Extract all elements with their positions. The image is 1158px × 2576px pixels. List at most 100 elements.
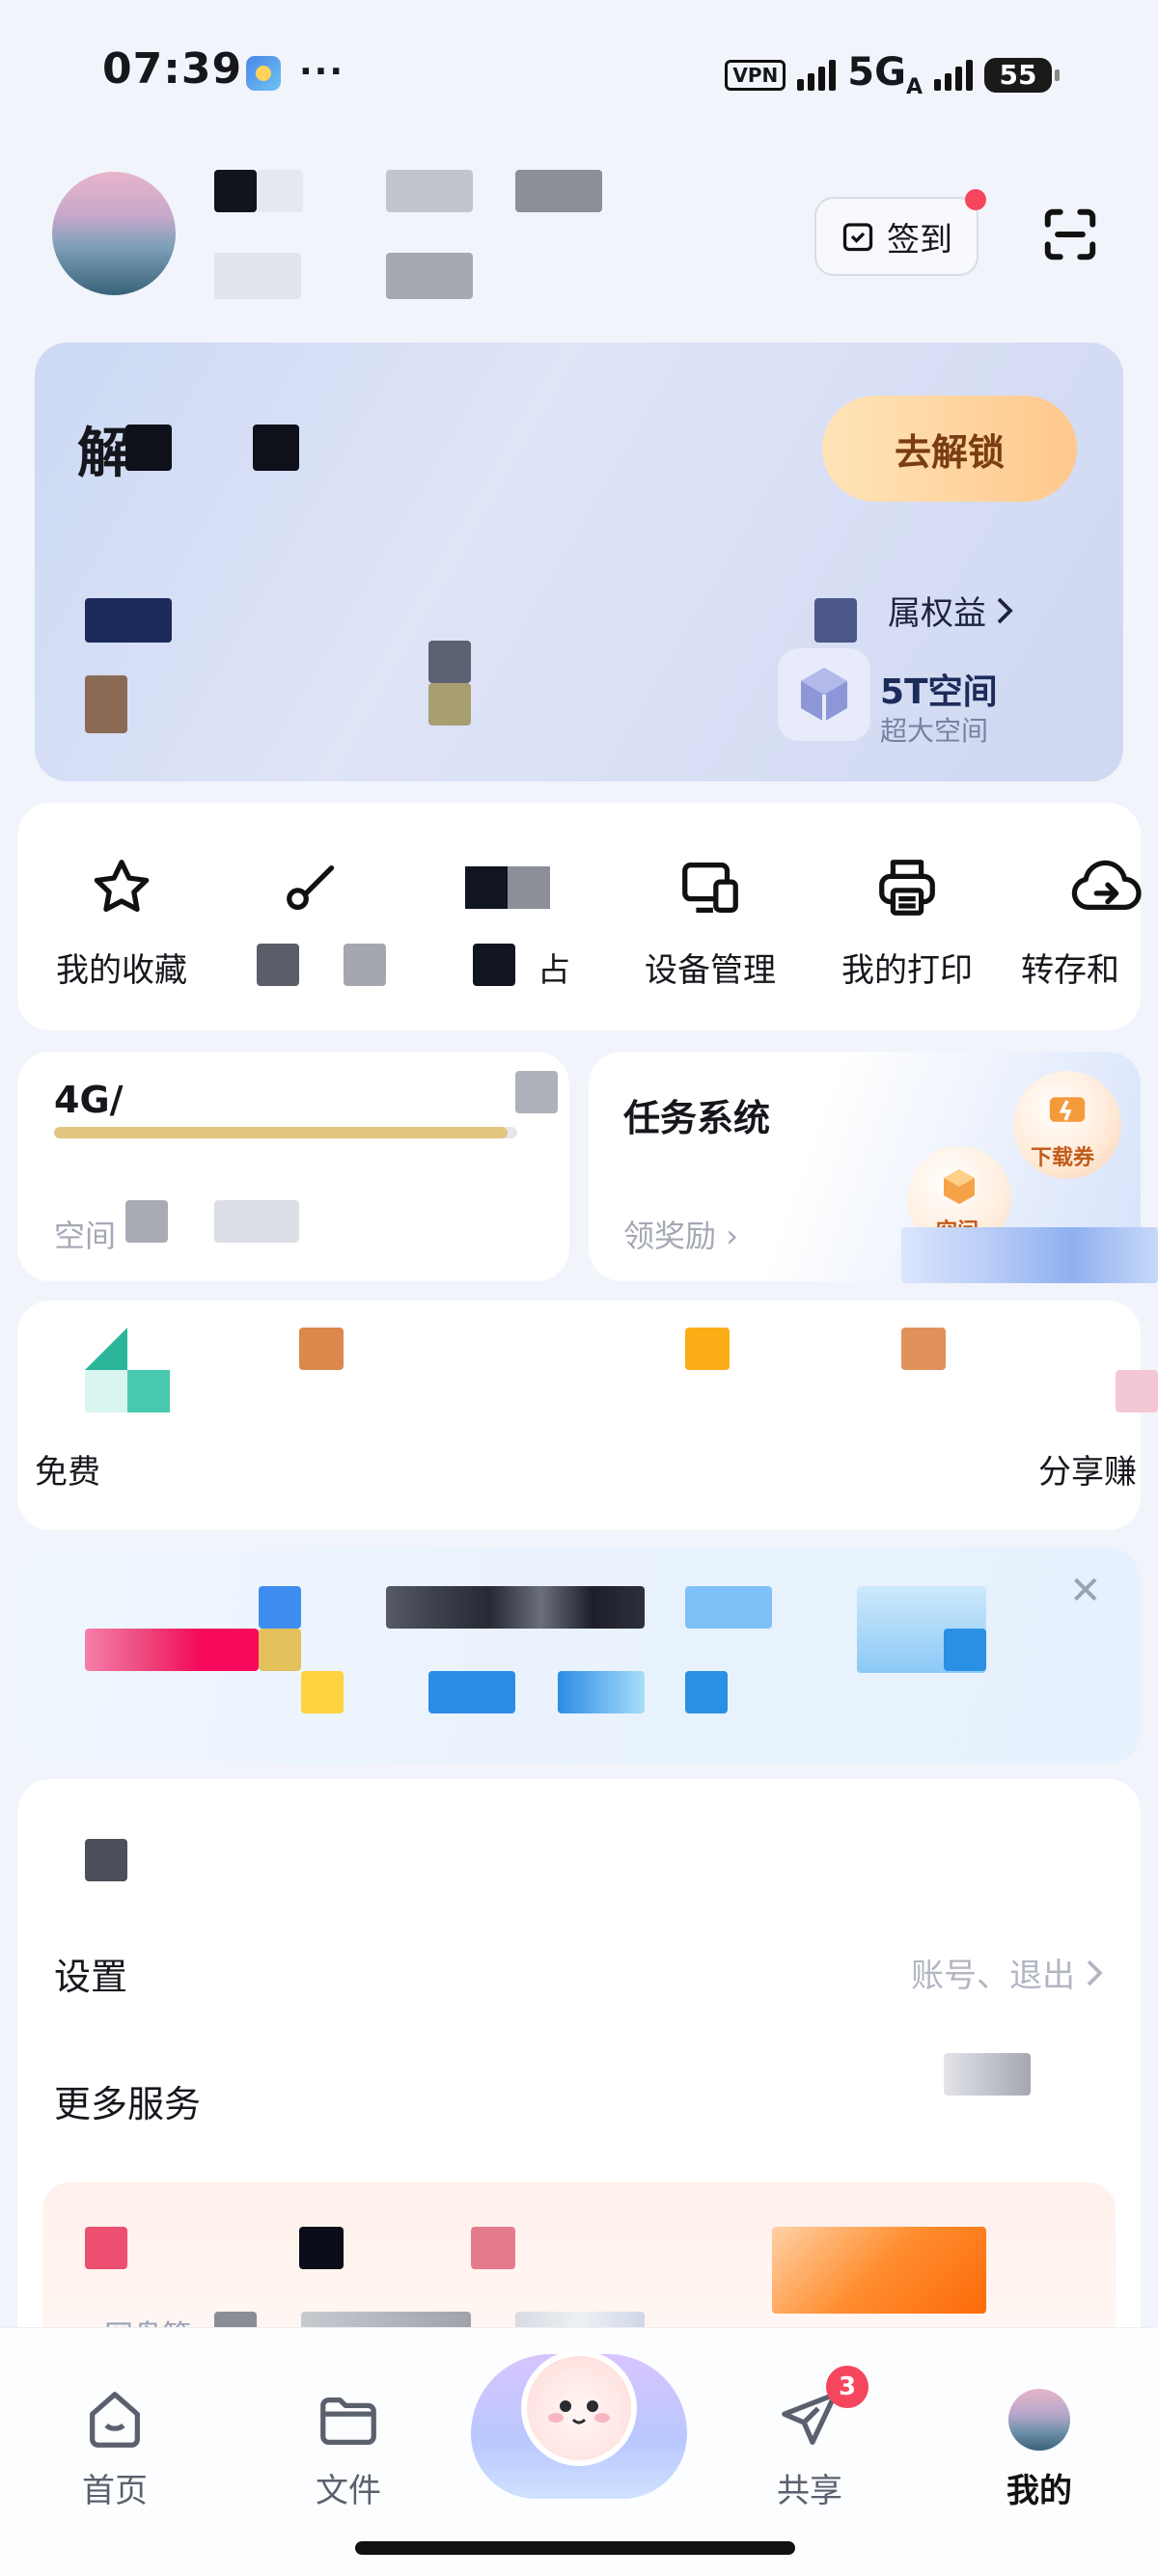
service-icon-blurred[interactable] [1116,1370,1158,1412]
benefit-link[interactable]: 属权益 [888,587,1015,634]
gallery-app-icon [246,56,281,91]
promo-content-blurred [944,1629,986,1671]
vpn-icon: VPN [725,59,786,91]
tool-label-blurred [473,944,515,986]
space-subtitle: 超大空间 [880,715,989,747]
storage-info-blurred [214,1200,299,1243]
username-blurred [386,170,473,212]
promo-content-blurred [259,1629,301,1671]
tool-label: 我的收藏 [56,951,187,990]
coupon-content-blurred [85,2227,127,2269]
share-count-badge: 3 [826,2366,868,2408]
more-services-label[interactable]: 更多服务 [54,2074,201,2127]
blurred-icon [411,849,604,926]
storage-info-blurred [125,1200,168,1243]
device-icon [682,863,738,913]
service-label-free[interactable]: 免费 [35,1445,100,1493]
promo-content-blurred [386,1586,645,1629]
chevron-right-icon: › [726,1218,738,1254]
coupon-content-blurred [772,2227,986,2314]
network-type: 5GA [847,50,923,99]
chevron-right-icon [1087,1959,1103,1986]
tab-me[interactable]: 我的 [967,2381,1112,2511]
coupon-content-blurred [299,2227,344,2269]
member-camera-image [85,675,127,733]
close-icon[interactable]: ✕ [1069,1569,1102,1613]
tool-link[interactable] [218,849,411,944]
benefit-label: 属权益 [888,594,986,633]
chevron-right-icon [997,597,1013,623]
settings-label[interactable]: 设置 [54,1947,127,2000]
task-reward-link[interactable]: 领奖励 › [623,1212,738,1256]
service-label-share-earn[interactable]: 分享赚 [1038,1445,1137,1493]
username-blurred [257,170,303,212]
username-blurred [214,170,257,212]
battery-icon: 55 [984,57,1060,93]
avatar-icon [1008,2389,1070,2451]
signin-notification-dot [965,189,986,210]
storage-progress-fill [54,1127,509,1138]
signal-icon [797,59,837,91]
task-title: 任务系统 [623,1097,771,1139]
scan-icon[interactable] [1040,205,1100,264]
tab-label: 首页 [82,2472,148,2510]
promo-content-blurred [428,1671,515,1713]
tab-label: 我的 [1006,2472,1072,2510]
home-icon [90,2392,140,2448]
promo-content-blurred [259,1586,301,1629]
tool-label: 转存和 [1021,951,1119,990]
tool-device-management[interactable]: 设备管理 [614,849,807,991]
promo-content-blurred [558,1671,645,1713]
services-card [17,1301,1141,1530]
promo-content-blurred [685,1671,728,1713]
coupon-content-blurred [471,2227,515,2269]
member-title: 解 [77,423,131,485]
tab-files[interactable]: 文件 [276,2381,421,2511]
unlock-button[interactable]: 去解锁 [822,396,1077,502]
service-icon-blurred[interactable] [901,1328,946,1370]
ticket-label: 下载券 [1031,1146,1095,1170]
tool-label-blurred [257,944,299,986]
promo-content-blurred [301,1671,344,1713]
member-info-blurred [428,641,471,683]
signin-button[interactable]: 签到 [814,197,979,276]
calendar-check-icon [842,223,873,252]
tool-favorites[interactable]: 我的收藏 [25,849,218,991]
signin-label: 签到 [887,220,952,260]
promo-content-blurred [85,1629,259,1671]
tool-transfer[interactable]: 转存和 [1004,849,1158,991]
service-icon-blurred[interactable] [685,1328,730,1370]
task-decoration-blurred [901,1227,1158,1283]
tab-label: 文件 [316,2472,381,2510]
user-id-blurred [214,253,301,299]
more-notifications-icon: ··· [299,52,345,92]
printer-icon [879,860,935,916]
link-icon [287,864,335,911]
tab-label: 共享 [777,2472,842,2510]
folder-icon [320,2397,376,2445]
star-icon [94,860,150,913]
tool-label: 设备管理 [645,951,776,990]
benefit-icon [814,598,857,643]
task-reward-label: 领奖励 [623,1218,717,1254]
signal-icon-2 [934,59,973,91]
tab-home[interactable]: 首页 [42,2381,187,2511]
space-cube-icon [778,648,870,741]
member-title-blurred [253,425,299,471]
storage-progress-bar [54,1127,517,1138]
cloud-upload-icon [1071,860,1142,911]
tool-my-printing[interactable]: 我的打印 [811,849,1004,991]
service-icon-blurred[interactable] [85,1328,172,1414]
settings-hint[interactable]: 账号、退出 [911,1949,1104,1996]
space-title: 5T空间 [880,672,998,712]
username-blurred [515,170,602,212]
home-indicator[interactable] [355,2541,795,2555]
member-title-blurred [125,425,172,471]
avatar[interactable] [52,172,176,295]
service-icon-blurred[interactable] [299,1328,344,1370]
more-services-blurred [944,2053,1031,2096]
tool-label: 我的打印 [841,951,973,990]
storage-info-blurred [515,1071,558,1113]
user-id-blurred [386,253,473,299]
storage-title: 4G/ [54,1079,124,1121]
